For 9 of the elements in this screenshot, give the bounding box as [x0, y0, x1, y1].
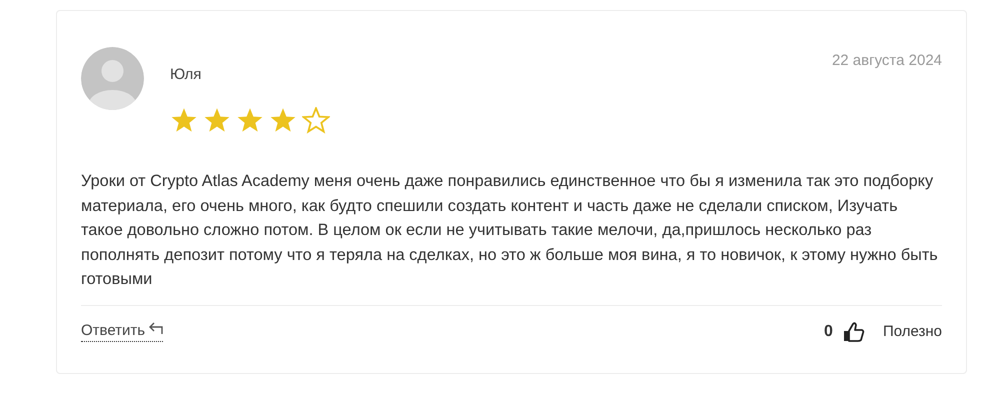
- author-name: Юля: [170, 66, 202, 83]
- helpful-count: 0: [824, 322, 833, 340]
- thumbs-up-icon[interactable]: [842, 320, 865, 342]
- review-date: 22 августа 2024: [832, 52, 942, 69]
- helpful-label[interactable]: Полезно: [882, 323, 942, 340]
- reply-arrow-icon[interactable]: [149, 321, 164, 335]
- reply-link[interactable]: Ответить: [81, 321, 164, 342]
- review-text: Уроки от Crypto Atlas Academy меня очень даже понравились единственное что бы я изменила так это подборку материала, его очень много, как будто спешили создать контент и часть даже не сделали списком, Изучать такое довольно сложно потом. В целом ок если не учитывать такие мелочи, да,пришлось несколько раз пополнять депозит потому что я теряла на сделках, но это ж больше моя вина, я то новичок, к этому нужно быть готовыми: [81, 169, 942, 306]
- avatar-icon: [81, 47, 144, 110]
